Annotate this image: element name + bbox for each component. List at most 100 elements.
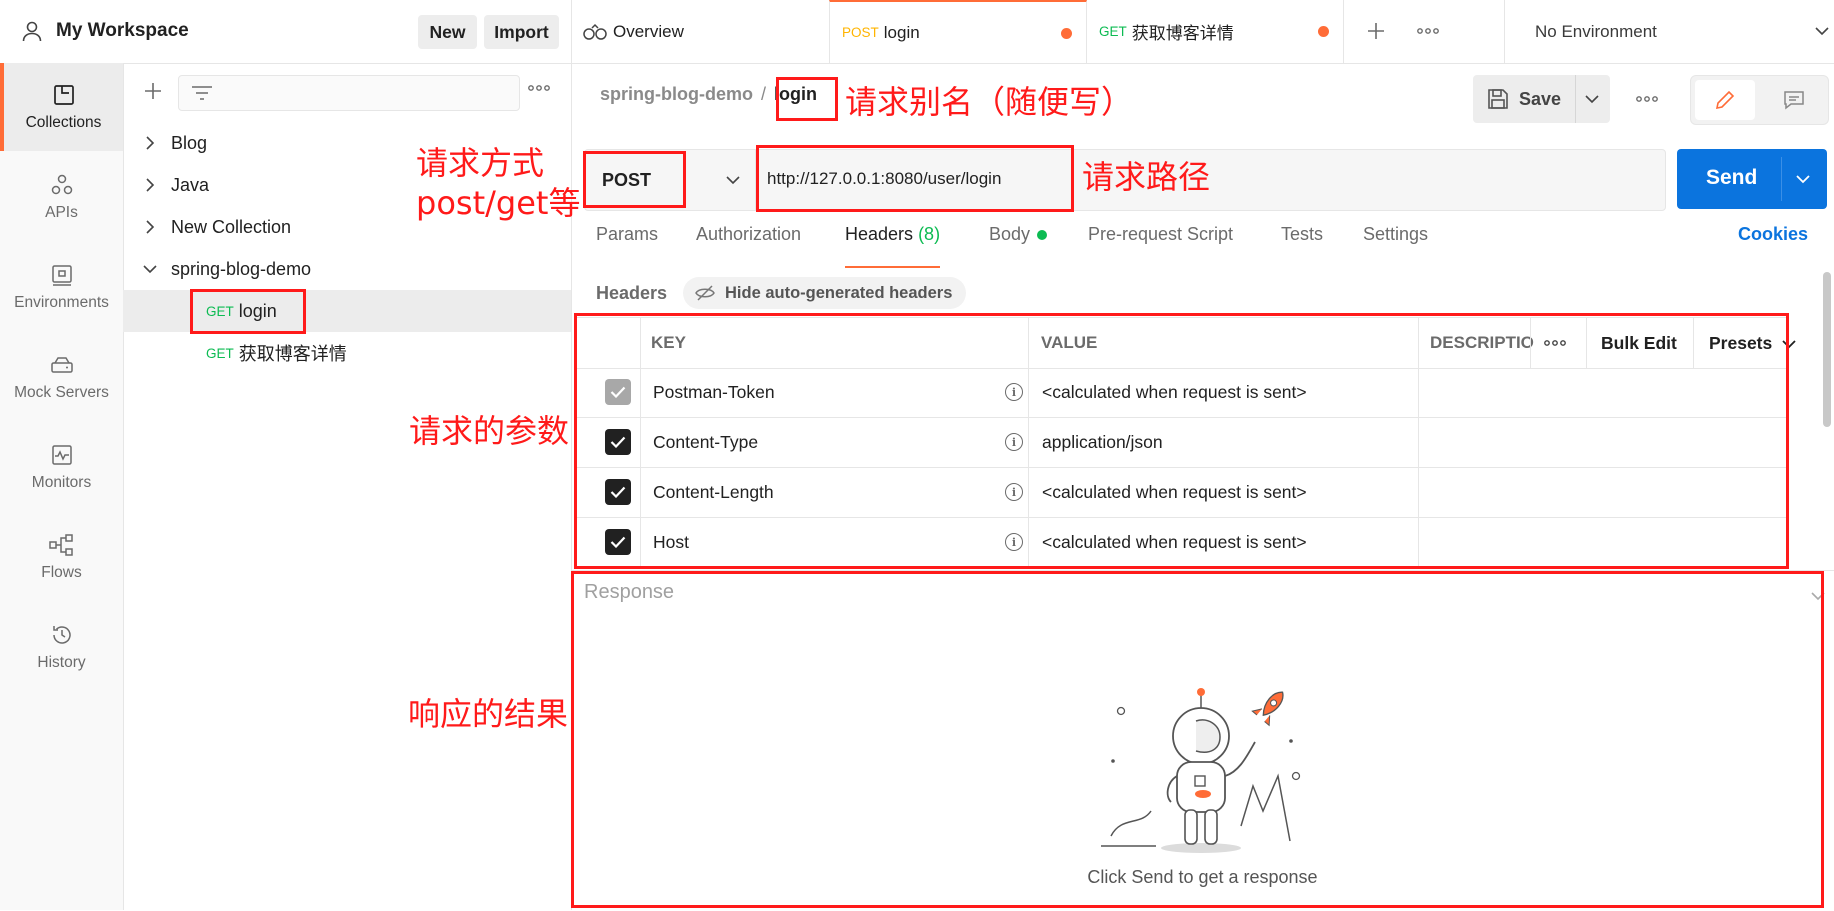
request-more-icon[interactable] [1636, 94, 1658, 104]
breadcrumb-separator: / [760, 84, 766, 104]
chevron-down-icon[interactable] [143, 264, 157, 274]
tab-label: Overview [613, 21, 684, 41]
save-options-chevron-icon[interactable] [1585, 94, 1599, 104]
comment-icon [1783, 89, 1805, 111]
rail-label: History [37, 653, 86, 671]
tab-overview[interactable]: Overview [583, 0, 823, 63]
rail-label: Environments [14, 293, 109, 311]
tree-folder-spring-blog-demo[interactable]: spring-blog-demo [123, 248, 571, 290]
tree-folder-label: New Collection [171, 216, 292, 237]
rail-item-mock-servers[interactable]: Mock Servers [0, 333, 123, 421]
rail-label: APIs [45, 203, 78, 221]
collection-search-input[interactable] [178, 75, 520, 111]
send-label: Send [1706, 166, 1758, 189]
rail-item-history[interactable]: History [0, 603, 123, 691]
workspace-header: My Workspace New Import [0, 0, 572, 64]
chevron-down-icon [726, 175, 740, 185]
body-indicator-dot [1037, 230, 1048, 240]
tab-login[interactable]: POST login [829, 0, 1087, 63]
save-icon [1487, 88, 1509, 110]
annotation-box-url [756, 145, 1074, 212]
more-options-icon[interactable] [528, 83, 550, 93]
history-icon [50, 623, 74, 647]
tab-label: Tests [1281, 224, 1324, 244]
annotation-method-line2: post/get等 [416, 184, 581, 222]
save-button[interactable]: Save [1473, 75, 1610, 123]
environment-select[interactable]: No Environment [1504, 0, 1834, 63]
import-button[interactable]: Import [484, 15, 559, 49]
annotation-box-request [190, 289, 306, 334]
rail-label: Collections [25, 113, 102, 131]
environments-icon [50, 263, 74, 287]
tab-label: Params [596, 224, 659, 244]
tab-headers[interactable]: Headers (8) [845, 224, 941, 268]
annotation-result: 响应的结果 [408, 695, 569, 733]
tree-request-blog-detail[interactable]: GET 获取博客详情 [123, 332, 571, 374]
headers-count: (8) [918, 224, 941, 244]
sidebar-rail: Collections APIs Environments Mock Serve… [0, 63, 124, 910]
tab-label: 获取博客详情 [1131, 24, 1234, 43]
tab-authorization[interactable]: Authorization [696, 224, 801, 268]
tabs-more-icon[interactable] [1417, 26, 1439, 36]
scrollbar-thumb[interactable] [1823, 272, 1831, 427]
add-icon[interactable] [143, 81, 163, 101]
eye-off-icon [695, 285, 715, 301]
chevron-right-icon[interactable] [145, 220, 155, 234]
method-badge: GET [206, 345, 234, 361]
annotation-box-method [583, 151, 686, 208]
workspace-title[interactable]: My Workspace [56, 20, 189, 42]
send-button[interactable]: Send [1677, 149, 1827, 209]
rail-item-collections[interactable]: Collections [0, 63, 123, 151]
annotation-params: 请求的参数 [409, 412, 570, 450]
edit-mode-button[interactable] [1695, 80, 1755, 120]
tree-folder-label: spring-blog-demo [171, 258, 312, 279]
new-button[interactable]: New [418, 15, 477, 49]
hide-auto-headers-label: Hide auto-generated headers [725, 283, 953, 302]
new-tab-icon[interactable] [1366, 21, 1386, 41]
annotation-alias: 请求别名（随便写） [845, 83, 1134, 121]
pencil-icon [1714, 89, 1736, 111]
tab-tests[interactable]: Tests [1281, 224, 1323, 268]
view-toggle [1690, 75, 1829, 125]
tab-label: Settings [1363, 224, 1429, 244]
annotation-path: 请求路径 [1082, 158, 1211, 196]
comments-button[interactable] [1765, 80, 1823, 120]
rail-item-flows[interactable]: Flows [0, 513, 123, 601]
filter-icon[interactable] [191, 85, 213, 101]
cookies-label: Cookies [1738, 224, 1809, 244]
send-split-divider [1781, 157, 1782, 201]
tab-params[interactable]: Params [596, 224, 658, 268]
tree-folder-label: Java [171, 174, 210, 195]
breadcrumb-collection[interactable]: spring-blog-demo [600, 84, 753, 105]
tab-settings[interactable]: Settings [1363, 224, 1428, 268]
annotation-box-alias [776, 77, 838, 121]
tab-body[interactable]: Body [989, 224, 1048, 268]
chevron-right-icon[interactable] [145, 178, 155, 192]
collections-icon [52, 83, 76, 107]
tab-label: Body [989, 224, 1031, 244]
unsaved-dot-icon [1318, 26, 1329, 37]
chevron-right-icon[interactable] [145, 136, 155, 150]
tree-folder-label: Blog [171, 132, 208, 153]
tab-label: login [883, 22, 920, 42]
rail-item-monitors[interactable]: Monitors [0, 423, 123, 511]
tab-pre-request-script[interactable]: Pre-request Script [1088, 224, 1233, 268]
tab-label: Pre-request Script [1088, 224, 1234, 244]
apis-icon [50, 173, 74, 197]
rail-label: Flows [41, 563, 82, 581]
annotation-box-response [571, 571, 1824, 908]
method-badge: GET [1099, 24, 1127, 39]
chevron-down-icon [1815, 26, 1829, 36]
mock-servers-icon [50, 353, 74, 377]
cookies-link[interactable]: Cookies [1738, 224, 1808, 268]
rail-item-environments[interactable]: Environments [0, 243, 123, 331]
rail-label: Mock Servers [14, 383, 109, 401]
hide-auto-headers-button[interactable]: Hide auto-generated headers [683, 277, 967, 309]
rail-item-apis[interactable]: APIs [0, 153, 123, 241]
monitors-icon [50, 443, 74, 467]
method-badge: POST [842, 25, 879, 40]
headers-section-title: Headers [596, 283, 668, 303]
tab-blog-detail[interactable]: GET 获取博客详情 [1087, 0, 1344, 63]
tree-request-label: 获取博客详情 [238, 344, 347, 364]
send-options-chevron-icon[interactable] [1796, 174, 1810, 184]
